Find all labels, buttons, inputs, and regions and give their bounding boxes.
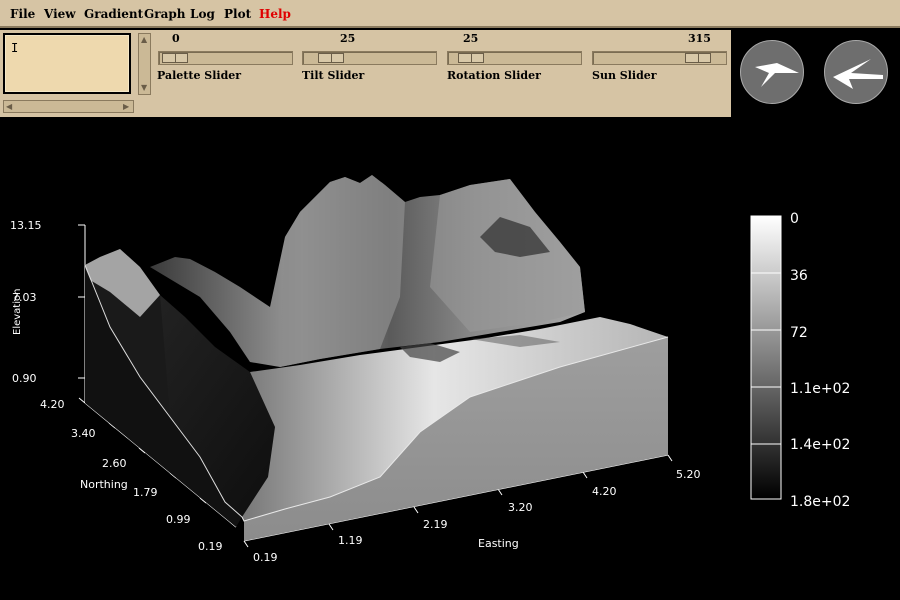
easting-tick: 5.20	[676, 468, 701, 481]
colorbar-label: 0	[790, 211, 799, 227]
rotation-slider-thumb[interactable]	[458, 53, 485, 63]
colorbar-label: 72	[790, 325, 808, 341]
text-horizontal-scrollbar[interactable]: ◀ ▶	[3, 100, 134, 113]
surface-plot: 13.15 7.03 0.90 Elevation 4.20 3.40 2.60…	[10, 175, 850, 564]
rotation-slider-value: 25	[463, 32, 479, 45]
menu-log[interactable]: Log	[190, 7, 215, 21]
easting-tick: 0.19	[253, 551, 278, 564]
northing-tick: 0.99	[166, 513, 191, 526]
scroll-down-icon[interactable]: ▼	[141, 84, 147, 92]
northing-tick: 4.20	[40, 398, 65, 411]
sun-slider[interactable]	[592, 51, 727, 65]
rotate-left-button[interactable]	[740, 40, 804, 104]
rotate-right-button[interactable]	[824, 40, 888, 104]
rotate-left-arrow-icon	[755, 63, 799, 87]
palette-slider[interactable]	[158, 51, 293, 65]
elevation-tick: 13.15	[10, 219, 42, 232]
colorbar-label: 1.4e+02	[790, 437, 850, 453]
tilt-slider-value: 25	[340, 32, 356, 45]
menu-bar: File View Gradient Graph Log Plot Help	[0, 0, 900, 28]
control-panel: I ▲ ▼ ◀ ▶ 0 Palette Slider 25 Tilt Slide…	[0, 30, 731, 117]
text-vertical-scrollbar[interactable]: ▲ ▼	[138, 33, 151, 95]
colorbar: 0 36 72 1.1e+02 1.4e+02 1.8e+02	[750, 211, 850, 510]
menu-plot[interactable]: Plot	[224, 7, 251, 21]
rotate-right-arrow-icon	[833, 59, 883, 89]
palette-slider-thumb[interactable]	[162, 53, 188, 63]
easting-tick: 1.19	[338, 534, 363, 547]
scroll-left-icon[interactable]: ◀	[6, 103, 12, 111]
sun-slider-thumb[interactable]	[684, 53, 711, 63]
menu-file[interactable]: File	[10, 7, 35, 21]
rotation-slider[interactable]	[447, 51, 582, 65]
palette-slider-label: Palette Slider	[157, 69, 242, 82]
northing-tick: 0.19	[198, 540, 223, 553]
rotation-slider-label: Rotation Slider	[447, 69, 541, 82]
easting-tick: 2.19	[423, 518, 448, 531]
colorbar-label: 1.1e+02	[790, 381, 850, 397]
menu-help[interactable]: Help	[259, 7, 291, 21]
menu-gradient[interactable]: Gradient	[84, 7, 143, 21]
northing-tick: 3.40	[71, 427, 96, 440]
colorbar-label: 1.8e+02	[790, 494, 850, 510]
colorbar-label: 36	[790, 268, 808, 284]
menu-graph[interactable]: Graph	[144, 7, 185, 21]
menu-view[interactable]: View	[44, 7, 76, 21]
tilt-slider[interactable]	[302, 51, 437, 65]
northing-tick: 2.60	[102, 457, 127, 470]
easting-tick: 4.20	[592, 485, 617, 498]
scroll-right-icon[interactable]: ▶	[123, 103, 129, 111]
terrain-surface	[84, 175, 669, 541]
tilt-slider-thumb[interactable]	[318, 53, 345, 63]
elevation-axis: 13.15 7.03 0.90 Elevation	[10, 219, 86, 403]
scroll-up-icon[interactable]: ▲	[141, 36, 147, 44]
palette-slider-value: 0	[172, 32, 180, 45]
easting-tick: 3.20	[508, 501, 533, 514]
northing-tick: 1.79	[133, 486, 158, 499]
northing-label: Northing	[80, 478, 128, 491]
text-area[interactable]: I	[3, 33, 131, 94]
sun-slider-label: Sun Slider	[592, 69, 657, 82]
sun-slider-value: 315	[688, 32, 711, 45]
elevation-tick: 0.90	[12, 372, 37, 385]
text-area-value: I	[11, 41, 19, 55]
elevation-label: Elevation	[12, 289, 23, 335]
tilt-slider-label: Tilt Slider	[302, 69, 365, 82]
easting-label: Easting	[478, 537, 519, 550]
